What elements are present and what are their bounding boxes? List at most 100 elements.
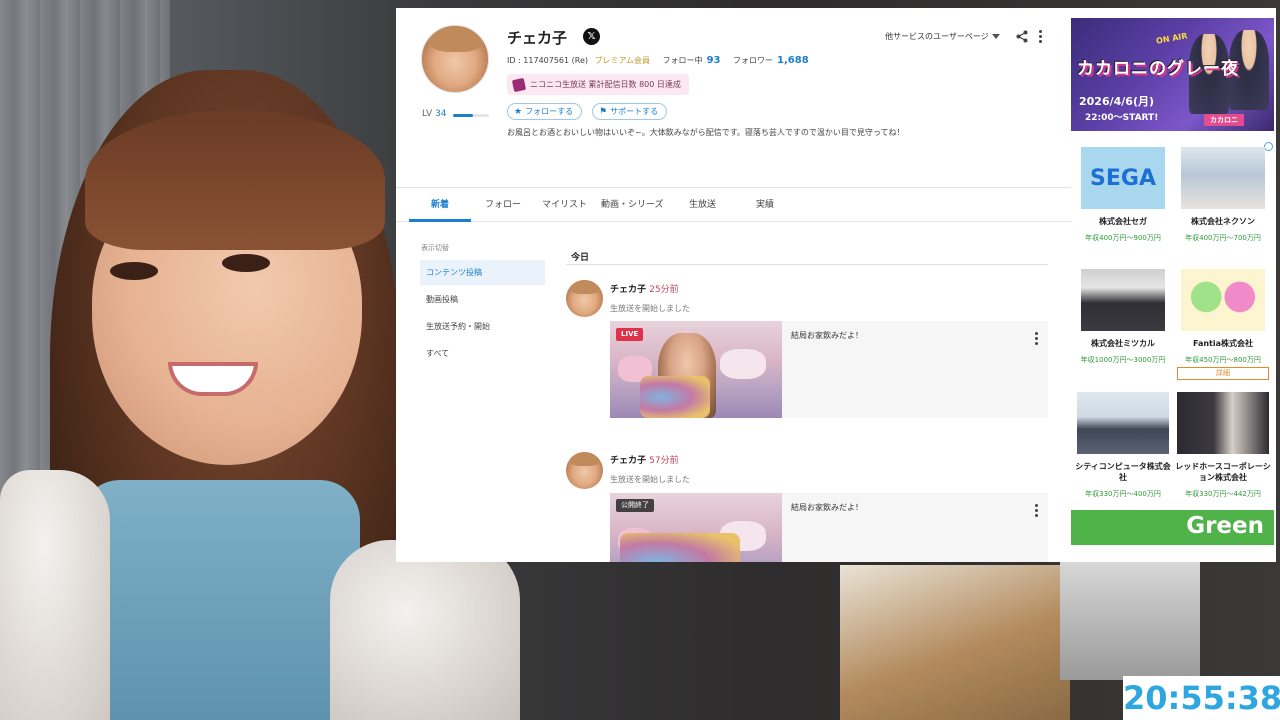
level-value: 34 [435,109,447,119]
streamer-eye-right [222,254,270,272]
post-text: 生放送を開始しました [610,475,690,484]
job-company: レッドホースコーポレーション株式会社 [1175,462,1271,482]
profile-name: チェカ子 [507,29,568,47]
other-services-dropdown[interactable]: 他サービスのユーザーページ [885,31,1000,42]
sega-logo: SEGA [1090,165,1156,191]
profile-tabs: 新着 フォロー マイリスト 動画・シリーズ 生放送 実績 [396,187,1072,222]
job-company: 株式会社ミツカル [1091,339,1155,348]
ad-onair: ON AIR [1155,31,1189,46]
job-ad[interactable]: 株式会社ネクソン 年収400万円～700万円 [1174,147,1272,243]
following-label[interactable]: フォロー中 [663,56,703,65]
job-salary: 年収400万円～900万円 [1085,234,1161,242]
green-ad-footer[interactable]: Green [1071,510,1274,545]
tab-mylist[interactable]: マイリスト [542,197,587,210]
job-company: 株式会社ネクソン [1191,217,1255,226]
user-page-window: チェカ子 𝕏 ID : 117407561 (Re) プレミアム会員 フォロー中… [396,8,1276,562]
job-ad[interactable]: SEGA 株式会社セガ 年収400万円～900万円 [1074,147,1172,243]
following-count[interactable]: 93 [707,55,721,66]
follow-button-label: フォローする [525,107,574,116]
premium-label[interactable]: プレミアム会員 [595,56,650,65]
support-button-label: サポートする [610,107,659,116]
post-card-title[interactable]: 結局お家飲みだよ！ [791,502,863,513]
post-card[interactable]: LIVE 結局お家飲みだよ！ [610,321,1048,418]
post-author: チェカ子 57分前 [610,453,679,466]
job-ad[interactable]: レッドホースコーポレーション株式会社 年収330万円～442万円 [1174,392,1272,499]
job-ad[interactable]: 株式会社ミツカル 年収1000万円～3000万円 [1074,269,1172,365]
more-options-icon[interactable] [1036,29,1044,43]
level-indicator: LV 34 [422,109,447,119]
profile-meta: ID : 117407561 (Re) プレミアム会員 フォロー中 93 フォロワ… [507,55,813,66]
post-card-title[interactable]: 結局お家飲みだよ！ [791,330,863,341]
follow-button[interactable]: ★ フォローする [507,103,583,120]
post-avatar[interactable] [566,280,603,317]
level-label: LV [422,109,433,119]
more-options-icon[interactable] [1032,503,1040,517]
job-ad-image [1077,392,1169,454]
job-company: シティコンピュータ株式会社 [1075,462,1171,482]
x-logo-icon[interactable]: 𝕏 [583,28,600,45]
ticket-icon [511,77,527,92]
achievement-badge[interactable]: ニコニコ生放送 累計配信日数 800 日達成 [507,74,689,95]
live-badge: LIVE [616,328,644,341]
post-author-name[interactable]: チェカ子 [610,456,646,466]
job-salary: 年収1000万円～3000万円 [1080,356,1166,364]
job-ad-image: SEGA [1081,147,1165,209]
other-services-label: 他サービスのユーザーページ [885,32,989,41]
post-thumbnail[interactable]: LIVE [610,321,782,418]
chevron-down-icon [991,34,1000,39]
ad-date: 2026/4/6(月) [1079,95,1155,108]
feed-date-heading: 今日 [571,253,590,263]
filter-live-schedule[interactable]: 生放送予約・開始 [420,314,545,339]
post-thumbnail[interactable]: 公開終了 [610,493,782,562]
level-progress-bar [453,114,489,117]
support-button[interactable]: ⚑ サポートする [592,103,668,120]
filter-heading: 表示切替 [421,244,449,252]
followers-label[interactable]: フォロワー [733,56,773,65]
tab-achievements[interactable]: 実績 [756,197,774,210]
tab-live[interactable]: 生放送 [689,197,716,210]
room-shelf [840,565,1070,720]
job-ad[interactable]: シティコンピュータ株式会社 年収330万円～400万円 [1074,392,1172,499]
room-box [1060,560,1200,680]
profile-avatar[interactable] [421,25,489,93]
post-author: チェカ子 25分前 [610,282,679,295]
stream-clock: 20:55:38 [1123,676,1280,720]
job-ad-image [1177,392,1269,454]
followers-count[interactable]: 1,688 [777,55,809,66]
post-time: 57分前 [649,456,679,466]
share-icon[interactable] [1016,30,1028,43]
profile-id: ID : 117407561 (Re) [507,56,589,65]
flag-icon: ⚑ [599,107,608,117]
job-salary: 年収400万円～700万円 [1185,234,1261,242]
streamer-eye-left [110,262,158,280]
tab-videos-series[interactable]: 動画・シリーズ [601,197,664,210]
post-card[interactable]: 公開終了 結局お家飲みだよ！ [610,493,1048,562]
ad-brand: カカロニ [1204,114,1244,126]
details-button[interactable]: 詳細 [1177,367,1269,380]
more-options-icon[interactable] [1032,331,1040,345]
green-logo: Green [1186,513,1264,539]
job-ad-image [1181,269,1265,331]
feed-divider [566,264,1048,265]
job-ad-image [1181,147,1265,209]
star-icon: ★ [514,107,523,117]
filter-all[interactable]: すべて [420,341,545,366]
tab-follow[interactable]: フォロー [485,197,521,210]
job-ad[interactable]: Fantia株式会社 年収450万円～800万円 詳細 [1174,269,1272,380]
streamer-top [80,480,360,720]
profile-bio: お風呂とお酒とおいしい物はいいぞ~。大体飲みながら配信です。寝落ち芸人ですので温… [507,128,905,137]
filter-video-posts[interactable]: 動画投稿 [420,287,545,312]
ad-time: 22:00～START! [1085,113,1159,123]
job-ad-image [1081,269,1165,331]
post-author-name[interactable]: チェカ子 [610,285,646,295]
ad-sidebar: ON AIR カカロニのグレー夜 2026/4/6(月) 22:00～START… [1071,18,1276,562]
active-tab-indicator [409,219,471,222]
post-time: 25分前 [649,285,679,295]
ended-badge: 公開終了 [616,499,654,512]
post-avatar[interactable] [566,452,603,489]
program-ad-banner[interactable]: ON AIR カカロニのグレー夜 2026/4/6(月) 22:00～START… [1071,18,1274,131]
level-progress-fill [453,114,473,117]
ad-title: カカロニのグレー夜 [1077,59,1239,79]
filter-content-posts[interactable]: コンテンツ投稿 [420,260,545,285]
tab-new[interactable]: 新着 [431,197,449,210]
